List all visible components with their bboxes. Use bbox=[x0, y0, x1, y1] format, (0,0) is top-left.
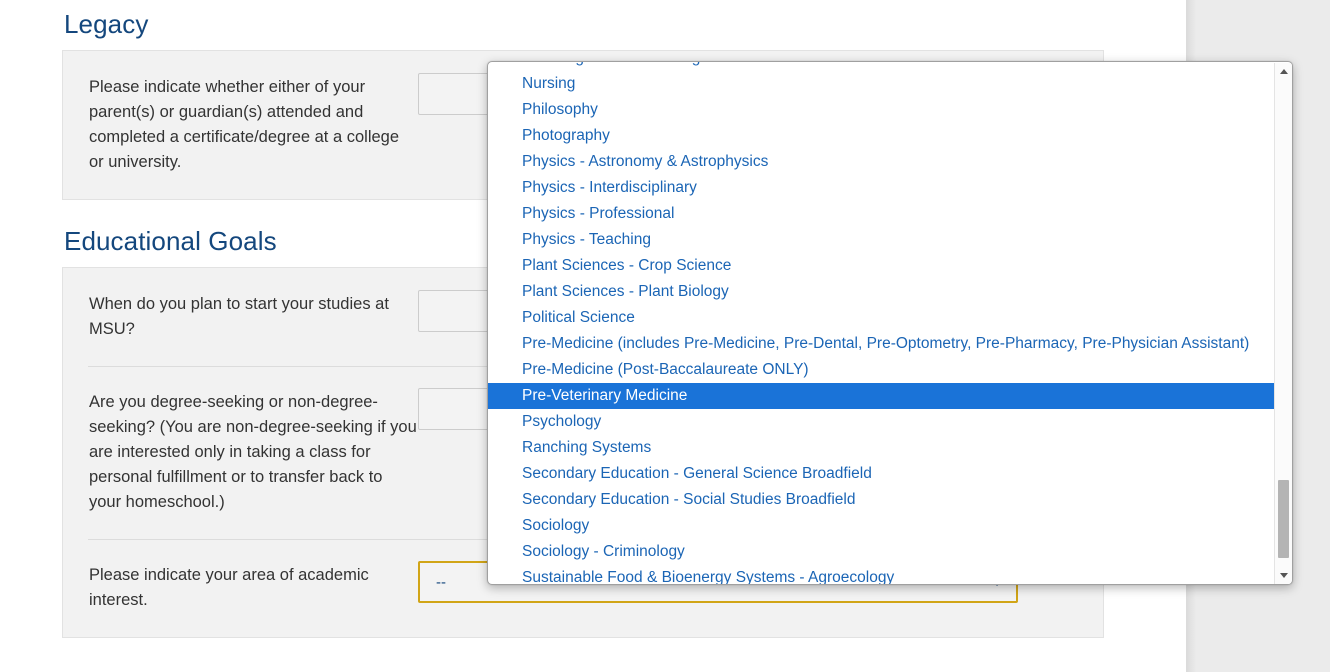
dropdown-option[interactable]: Ranching Systems bbox=[488, 435, 1276, 461]
question-label: Are you degree-seeking or non-degree-see… bbox=[89, 393, 417, 511]
dropdown-option[interactable]: Plant Sciences - Plant Biology bbox=[488, 279, 1276, 305]
scroll-up-button[interactable] bbox=[1275, 63, 1292, 80]
dropdown-option[interactable]: Secondary Education - General Science Br… bbox=[488, 461, 1276, 487]
arrow-down-icon bbox=[1279, 573, 1288, 578]
dropdown-option[interactable]: Sociology bbox=[488, 513, 1276, 539]
scrollbar-thumb[interactable] bbox=[1278, 480, 1289, 558]
dropdown-option[interactable]: Sustainable Food & Bioenergy Systems - A… bbox=[488, 565, 1276, 584]
dropdown-option[interactable]: Philosophy bbox=[488, 97, 1276, 123]
arrow-up-icon bbox=[1279, 69, 1288, 74]
dropdown-option[interactable]: Pre-Medicine (Post-Baccalaureate ONLY) bbox=[488, 357, 1276, 383]
scrollbar-track[interactable] bbox=[1275, 80, 1292, 567]
dropdown-option[interactable]: Pre-Veterinary Medicine bbox=[488, 383, 1276, 409]
dropdown-option[interactable]: Plant Sciences - Crop Science bbox=[488, 253, 1276, 279]
dropdown-scrollbar[interactable] bbox=[1274, 63, 1292, 584]
question-label: Please indicate your area of academic in… bbox=[89, 566, 369, 609]
dropdown-option[interactable]: Physics - Professional bbox=[488, 201, 1276, 227]
dropdown-option[interactable]: Non-Degree MSU Undergraduate bbox=[488, 62, 1276, 71]
dropdown-option[interactable]: Pre-Medicine (includes Pre-Medicine, Pre… bbox=[488, 331, 1276, 357]
dropdown-option[interactable]: Political Science bbox=[488, 305, 1276, 331]
page-title-legacy: Legacy bbox=[64, 9, 149, 39]
question-label: When do you plan to start your studies a… bbox=[89, 295, 389, 338]
dropdown-option-list: Non-Degree MSU UndergraduateNursingPhilo… bbox=[488, 62, 1276, 584]
dropdown-option[interactable]: Sociology - Criminology bbox=[488, 539, 1276, 565]
app-root: Legacy Please indicate whether either of… bbox=[0, 0, 1330, 672]
dropdown-option[interactable]: Physics - Teaching bbox=[488, 227, 1276, 253]
dropdown-option[interactable]: Physics - Interdisciplinary bbox=[488, 175, 1276, 201]
academic-interest-dropdown-popup[interactable]: Non-Degree MSU UndergraduateNursingPhilo… bbox=[487, 61, 1293, 585]
question-label: Please indicate whether either of your p… bbox=[89, 78, 400, 171]
dropdown-option[interactable]: Secondary Education - Social Studies Bro… bbox=[488, 487, 1276, 513]
dropdown-option[interactable]: Psychology bbox=[488, 409, 1276, 435]
scroll-down-button[interactable] bbox=[1275, 567, 1292, 584]
dropdown-viewport: Non-Degree MSU UndergraduateNursingPhilo… bbox=[488, 62, 1276, 584]
dropdown-option[interactable]: Nursing bbox=[488, 71, 1276, 97]
dropdown-option[interactable]: Photography bbox=[488, 123, 1276, 149]
dropdown-option[interactable]: Physics - Astronomy & Astrophysics bbox=[488, 149, 1276, 175]
